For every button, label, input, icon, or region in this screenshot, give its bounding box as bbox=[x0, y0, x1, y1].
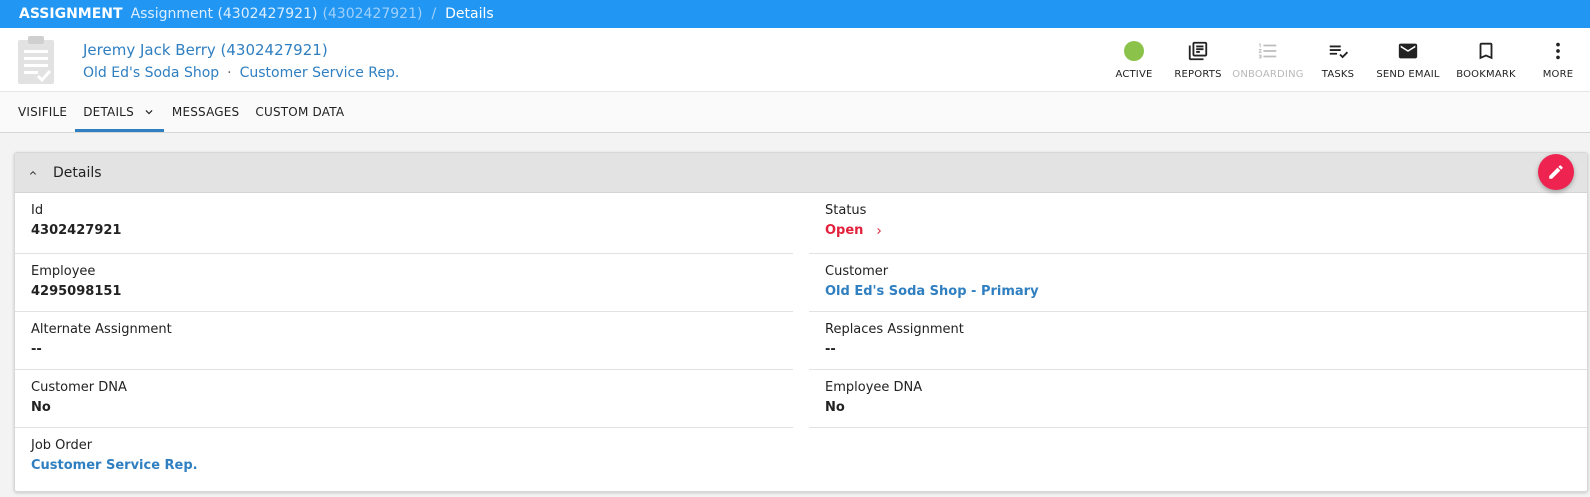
field-status: Status Open bbox=[809, 193, 1587, 254]
active-label: ACTIVE bbox=[1115, 69, 1153, 80]
tab-bar: VISIFILE DETAILS MESSAGES CUSTOM DATA bbox=[0, 92, 1590, 133]
breadcrumb-current: Details bbox=[445, 6, 494, 22]
status-link[interactable]: Open bbox=[825, 223, 1587, 238]
details-grid: Id 4302427921 Employee 4295098151 Altern… bbox=[15, 193, 1587, 486]
more-vert-icon bbox=[1546, 39, 1570, 63]
tab-messages[interactable]: MESSAGES bbox=[164, 92, 248, 132]
field-employee-dna: Employee DNA No bbox=[809, 370, 1587, 428]
record-title[interactable]: Jeremy Jack Berry (4302427921) bbox=[83, 41, 328, 59]
field-alternate-assignment: Alternate Assignment -- bbox=[15, 312, 793, 370]
field-customer-dna: Customer DNA No bbox=[15, 370, 793, 428]
breadcrumb-separator: / bbox=[431, 6, 437, 22]
field-value: -- bbox=[31, 342, 42, 357]
tab-custom-data[interactable]: CUSTOM DATA bbox=[247, 92, 352, 132]
pencil-icon bbox=[1549, 165, 1563, 179]
reports-button[interactable]: REPORTS bbox=[1166, 28, 1230, 92]
details-left-column: Id 4302427921 Employee 4295098151 Altern… bbox=[15, 193, 801, 486]
subtitle-separator: · bbox=[227, 65, 232, 81]
clipboard-icon bbox=[18, 36, 54, 84]
field-label: Alternate Assignment bbox=[31, 322, 172, 337]
field-value: -- bbox=[825, 342, 836, 357]
field-customer: Customer Old Ed's Soda Shop - Primary bbox=[809, 254, 1587, 312]
more-label: MORE bbox=[1542, 69, 1574, 80]
status-dot-icon bbox=[1122, 39, 1146, 63]
field-value: No bbox=[825, 400, 845, 415]
tab-details-label: DETAILS bbox=[83, 105, 134, 119]
tasks-icon bbox=[1326, 39, 1350, 63]
bookmark-icon bbox=[1474, 39, 1498, 63]
send-email-label: SEND EMAIL bbox=[1376, 69, 1440, 80]
job-link[interactable]: Customer Service Rep. bbox=[240, 65, 400, 81]
details-card: Details Id 4302427921 Employee 429509815… bbox=[14, 152, 1588, 492]
tasks-button[interactable]: TASKS bbox=[1306, 28, 1370, 92]
breadcrumb: ASSIGNMENT Assignment (4302427921) (4302… bbox=[0, 0, 1590, 28]
field-replaces-assignment: Replaces Assignment -- bbox=[809, 312, 1587, 370]
reports-label: REPORTS bbox=[1174, 69, 1222, 80]
chevron-right-icon bbox=[877, 227, 882, 234]
field-value: 4302427921 bbox=[31, 223, 122, 238]
breadcrumb-item-id: (4302427921) bbox=[322, 6, 423, 22]
field-label: Employee bbox=[31, 264, 96, 279]
field-label: Customer DNA bbox=[31, 380, 127, 395]
edit-button[interactable] bbox=[1538, 154, 1574, 190]
chevron-down-icon[interactable] bbox=[142, 105, 156, 119]
more-button[interactable]: MORE bbox=[1526, 28, 1590, 92]
reports-icon bbox=[1186, 39, 1210, 63]
action-bar: ACTIVE REPORTS ONBOARDING TASKS SEND EMA… bbox=[1102, 28, 1590, 92]
onboarding-label: ONBOARDING bbox=[1232, 69, 1304, 80]
details-card-title: Details bbox=[53, 164, 102, 181]
details-right-column: Status Open Customer Old Ed's Soda Shop … bbox=[801, 193, 1587, 486]
field-label: Status bbox=[825, 203, 867, 218]
job-order-link[interactable]: Customer Service Rep. bbox=[31, 458, 793, 473]
record-header: Jeremy Jack Berry (4302427921) Old Ed's … bbox=[0, 28, 1590, 92]
onboarding-button[interactable]: ONBOARDING bbox=[1230, 28, 1306, 92]
tasks-label: TASKS bbox=[1321, 69, 1355, 80]
field-label: Replaces Assignment bbox=[825, 322, 964, 337]
tab-visifile[interactable]: VISIFILE bbox=[10, 92, 75, 132]
email-icon bbox=[1396, 39, 1420, 63]
field-label: Employee DNA bbox=[825, 380, 923, 395]
chevron-up-icon[interactable] bbox=[27, 167, 39, 179]
record-subtitle: Old Ed's Soda Shop · Customer Service Rep. bbox=[83, 65, 399, 81]
field-label: Customer bbox=[825, 264, 889, 279]
send-email-button[interactable]: SEND EMAIL bbox=[1370, 28, 1446, 92]
details-card-header[interactable]: Details bbox=[15, 153, 1587, 193]
field-value: 4295098151 bbox=[31, 284, 122, 299]
bookmark-label: BOOKMARK bbox=[1456, 69, 1516, 80]
field-id: Id 4302427921 bbox=[15, 193, 793, 254]
active-status-button[interactable]: ACTIVE bbox=[1102, 28, 1166, 92]
status-value: Open bbox=[825, 223, 864, 238]
breadcrumb-section[interactable]: ASSIGNMENT bbox=[19, 6, 123, 22]
breadcrumb-item[interactable]: Assignment (4302427921) bbox=[131, 6, 318, 22]
field-label: Job Order bbox=[31, 438, 93, 453]
field-employee: Employee 4295098151 bbox=[15, 254, 793, 312]
field-label: Id bbox=[31, 203, 44, 218]
customer-link[interactable]: Old Ed's Soda Shop bbox=[83, 65, 219, 81]
onboarding-icon bbox=[1256, 39, 1280, 63]
customer-value-link[interactable]: Old Ed's Soda Shop - Primary bbox=[825, 284, 1587, 299]
field-value: No bbox=[31, 400, 51, 415]
tab-details[interactable]: DETAILS bbox=[75, 92, 164, 132]
bookmark-button[interactable]: BOOKMARK bbox=[1446, 28, 1526, 92]
field-job-order: Job Order Customer Service Rep. bbox=[15, 428, 793, 486]
